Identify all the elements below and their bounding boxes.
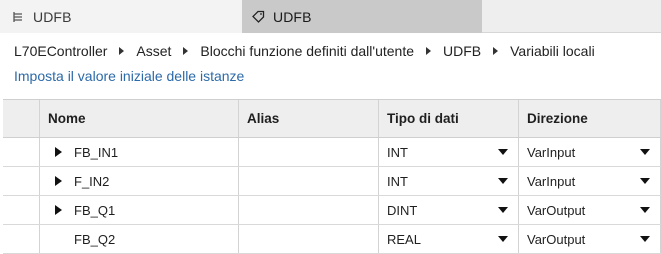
type-select[interactable]: INT bbox=[378, 138, 518, 166]
dropdown-arrow-icon[interactable] bbox=[640, 207, 650, 213]
tab-bar: UDFB UDFB bbox=[0, 0, 661, 33]
column-header-type[interactable]: Tipo di dati bbox=[378, 100, 518, 137]
chevron-right-icon bbox=[493, 47, 499, 55]
dropdown-arrow-icon[interactable] bbox=[640, 236, 650, 242]
table-row[interactable]: FB_Q1 DINT VarOutput bbox=[3, 196, 661, 225]
list-icon bbox=[11, 10, 25, 24]
type-value: DINT bbox=[387, 202, 418, 218]
tag-icon bbox=[251, 10, 265, 24]
alias-cell[interactable] bbox=[238, 196, 378, 224]
type-value: REAL bbox=[387, 231, 421, 247]
type-select[interactable]: REAL bbox=[378, 225, 518, 253]
table-row[interactable]: FB_IN1 INT VarInput bbox=[3, 138, 661, 167]
alias-cell[interactable] bbox=[238, 225, 378, 253]
expand-arrow-icon[interactable] bbox=[55, 147, 62, 157]
direction-select[interactable]: VarInput bbox=[518, 138, 661, 166]
row-selector[interactable] bbox=[3, 167, 39, 195]
type-select[interactable]: INT bbox=[378, 167, 518, 195]
breadcrumb: L70EController Asset Blocchi funzione de… bbox=[14, 40, 595, 62]
column-header-alias[interactable]: Alias bbox=[238, 100, 378, 137]
table-row[interactable]: FB_Q2 REAL VarOutput bbox=[3, 225, 661, 254]
dropdown-arrow-icon[interactable] bbox=[498, 149, 508, 155]
row-selector[interactable] bbox=[3, 225, 39, 253]
dropdown-arrow-icon[interactable] bbox=[498, 236, 508, 242]
direction-select[interactable]: VarOutput bbox=[518, 196, 661, 224]
alias-cell[interactable] bbox=[238, 138, 378, 166]
type-value: INT bbox=[387, 173, 408, 189]
direction-select[interactable]: VarOutput bbox=[518, 225, 661, 253]
row-selector[interactable] bbox=[3, 196, 39, 224]
name-cell[interactable]: FB_IN1 bbox=[39, 138, 238, 166]
dropdown-arrow-icon[interactable] bbox=[498, 207, 508, 213]
dropdown-arrow-icon[interactable] bbox=[640, 149, 650, 155]
tab-label: UDFB bbox=[33, 8, 72, 25]
breadcrumb-item[interactable]: Blocchi funzione definiti dall'utente bbox=[200, 43, 414, 59]
variables-table: Nome Alias Tipo di dati Direzione FB_IN1… bbox=[3, 99, 661, 254]
direction-select[interactable]: VarInput bbox=[518, 167, 661, 195]
type-select[interactable]: DINT bbox=[378, 196, 518, 224]
expand-arrow-icon[interactable] bbox=[55, 205, 62, 215]
chevron-right-icon bbox=[426, 47, 431, 55]
header-spacer bbox=[3, 100, 39, 137]
variable-name: FB_IN1 bbox=[74, 144, 119, 160]
tab-udfb-list[interactable]: UDFB bbox=[0, 0, 242, 33]
breadcrumb-item-current: Variabili locali bbox=[510, 43, 595, 59]
expand-arrow-icon[interactable] bbox=[55, 176, 62, 186]
direction-value: VarInput bbox=[527, 173, 576, 189]
name-cell[interactable]: FB_Q1 bbox=[39, 196, 238, 224]
variable-name: F_IN2 bbox=[74, 173, 110, 189]
direction-value: VarOutput bbox=[527, 202, 586, 218]
set-initial-value-link[interactable]: Imposta il valore iniziale delle istanze bbox=[14, 68, 244, 84]
direction-value: VarInput bbox=[527, 144, 576, 160]
breadcrumb-item[interactable]: Asset bbox=[136, 43, 171, 59]
tab-label: UDFB bbox=[273, 8, 312, 25]
dropdown-arrow-icon[interactable] bbox=[498, 178, 508, 184]
direction-value: VarOutput bbox=[527, 231, 586, 247]
type-value: INT bbox=[387, 144, 408, 160]
column-header-name[interactable]: Nome bbox=[39, 100, 238, 137]
name-cell[interactable]: FB_Q2 bbox=[39, 225, 238, 253]
alias-cell[interactable] bbox=[238, 167, 378, 195]
dropdown-arrow-icon[interactable] bbox=[640, 178, 650, 184]
tab-udfb-active[interactable]: UDFB bbox=[242, 0, 482, 33]
chevron-right-icon bbox=[183, 47, 189, 55]
table-header: Nome Alias Tipo di dati Direzione bbox=[3, 100, 661, 138]
column-header-direction[interactable]: Direzione bbox=[518, 100, 661, 137]
variable-name: FB_Q1 bbox=[74, 202, 116, 218]
variable-name: FB_Q2 bbox=[74, 231, 116, 247]
table-row[interactable]: F_IN2 INT VarInput bbox=[3, 167, 661, 196]
row-selector[interactable] bbox=[3, 138, 39, 166]
breadcrumb-item[interactable]: L70EController bbox=[14, 43, 107, 59]
breadcrumb-item[interactable]: UDFB bbox=[443, 43, 481, 59]
chevron-right-icon bbox=[119, 47, 125, 55]
name-cell[interactable]: F_IN2 bbox=[39, 167, 238, 195]
